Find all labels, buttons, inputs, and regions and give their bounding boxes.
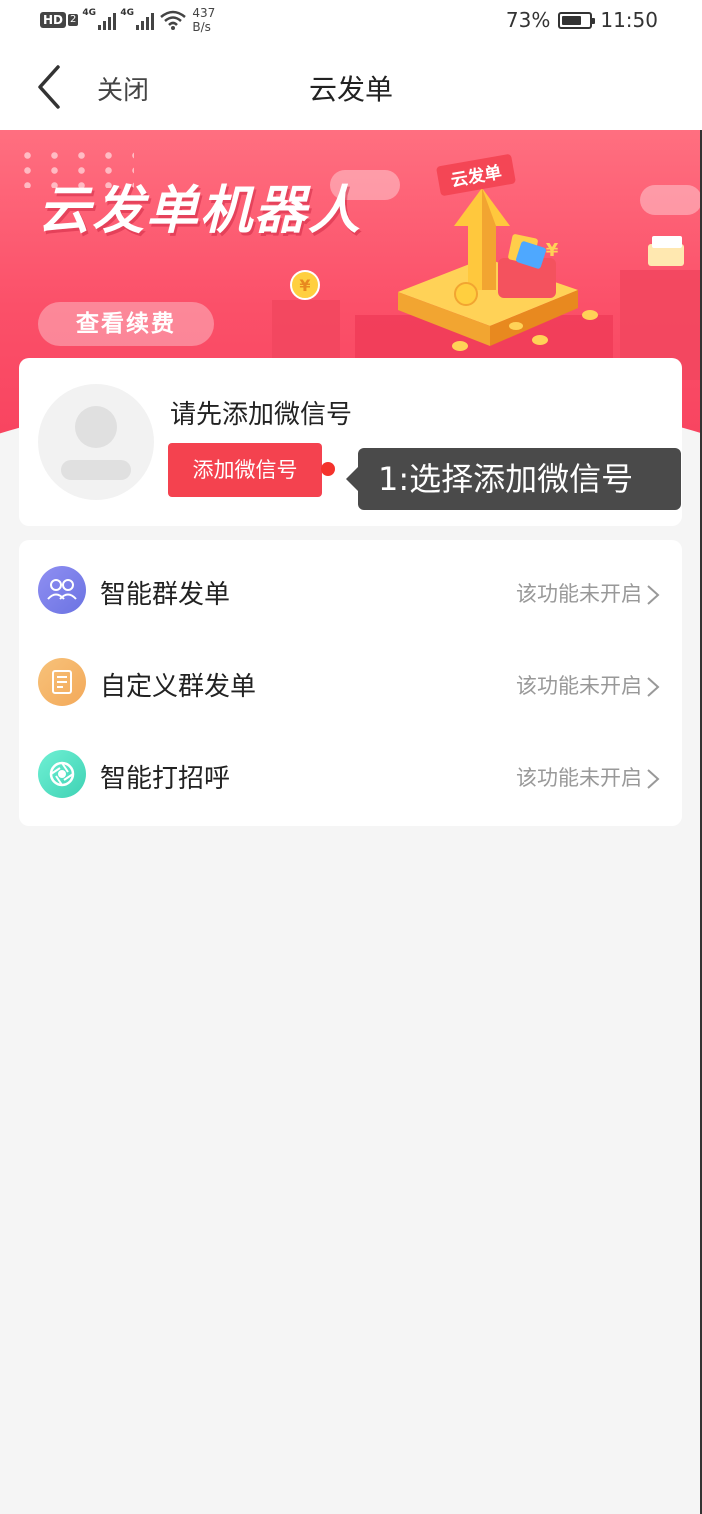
view-renewal-button[interactable]: 查看续费 [38, 302, 214, 346]
signal-icon: 4G [120, 8, 155, 30]
network-speed: 437 B/s [192, 6, 215, 34]
guide-tooltip: 1:选择添加微信号 [346, 448, 681, 510]
chevron-right-icon [647, 677, 660, 697]
svg-text:¥: ¥ [299, 276, 310, 295]
svg-text:¥: ¥ [546, 240, 559, 261]
feature-label: 智能群发单 [100, 580, 231, 610]
network-speed-unit: B/s [192, 20, 211, 34]
status-bar: HD 2 4G 4G 437 B/s 73% 11:50 [0, 0, 702, 44]
chevron-right-icon [647, 585, 660, 605]
aperture-icon [38, 750, 86, 798]
status-right: 73% 11:50 [506, 8, 658, 32]
feature-row-smart-greeting[interactable]: 智能打招呼 该功能未开启 [19, 728, 682, 820]
feature-status: 该功能未开启 [516, 582, 642, 606]
chevron-right-icon [647, 769, 660, 789]
document-icon [38, 658, 86, 706]
feature-list: 智能群发单 该功能未开启 自定义群发单 该功能未开启 智能打招呼 该功能未开启 [19, 540, 682, 826]
guide-dot-indicator [321, 462, 335, 476]
battery-icon [558, 11, 596, 29]
avatar-head-shape [75, 406, 117, 448]
wifi-icon [160, 10, 187, 30]
app-screen: HD 2 4G 4G 437 B/s 73% 11:50 关闭 云发单 云发单机… [0, 0, 702, 1514]
signal-icon: 4G [82, 8, 117, 30]
feature-status: 该功能未开启 [516, 766, 642, 790]
page-title: 云发单 [308, 73, 393, 106]
avatar-placeholder [38, 384, 154, 500]
group-users-icon [38, 566, 86, 614]
hd-badge: HD [40, 12, 67, 28]
clock: 11:50 [600, 8, 658, 32]
feature-label: 自定义群发单 [100, 672, 257, 702]
banner-illustration: 云发单 ¥ ¥ [272, 154, 702, 380]
feature-row-custom-group-send[interactable]: 自定义群发单 该功能未开启 [19, 636, 682, 728]
add-wechat-prompt: 请先添加微信号 [170, 400, 353, 430]
avatar-body-shape [61, 460, 131, 480]
network-type-label: 4G [120, 8, 135, 18]
battery-percent: 73% [505, 8, 551, 32]
network-speed-value: 437 [192, 6, 216, 20]
nav-bar: 关闭 云发单 [0, 44, 702, 130]
hd-sub-badge: 2 [68, 14, 79, 26]
add-wechat-button[interactable]: 添加微信号 [168, 443, 322, 497]
feature-label: 智能打招呼 [100, 764, 231, 794]
feature-row-smart-group-send[interactable]: 智能群发单 该功能未开启 [19, 544, 682, 636]
status-left: HD 2 4G 4G 437 B/s [40, 6, 215, 34]
feature-status: 该功能未开启 [516, 674, 642, 698]
network-type-label: 4G [82, 8, 97, 18]
battery-fill [562, 15, 582, 25]
